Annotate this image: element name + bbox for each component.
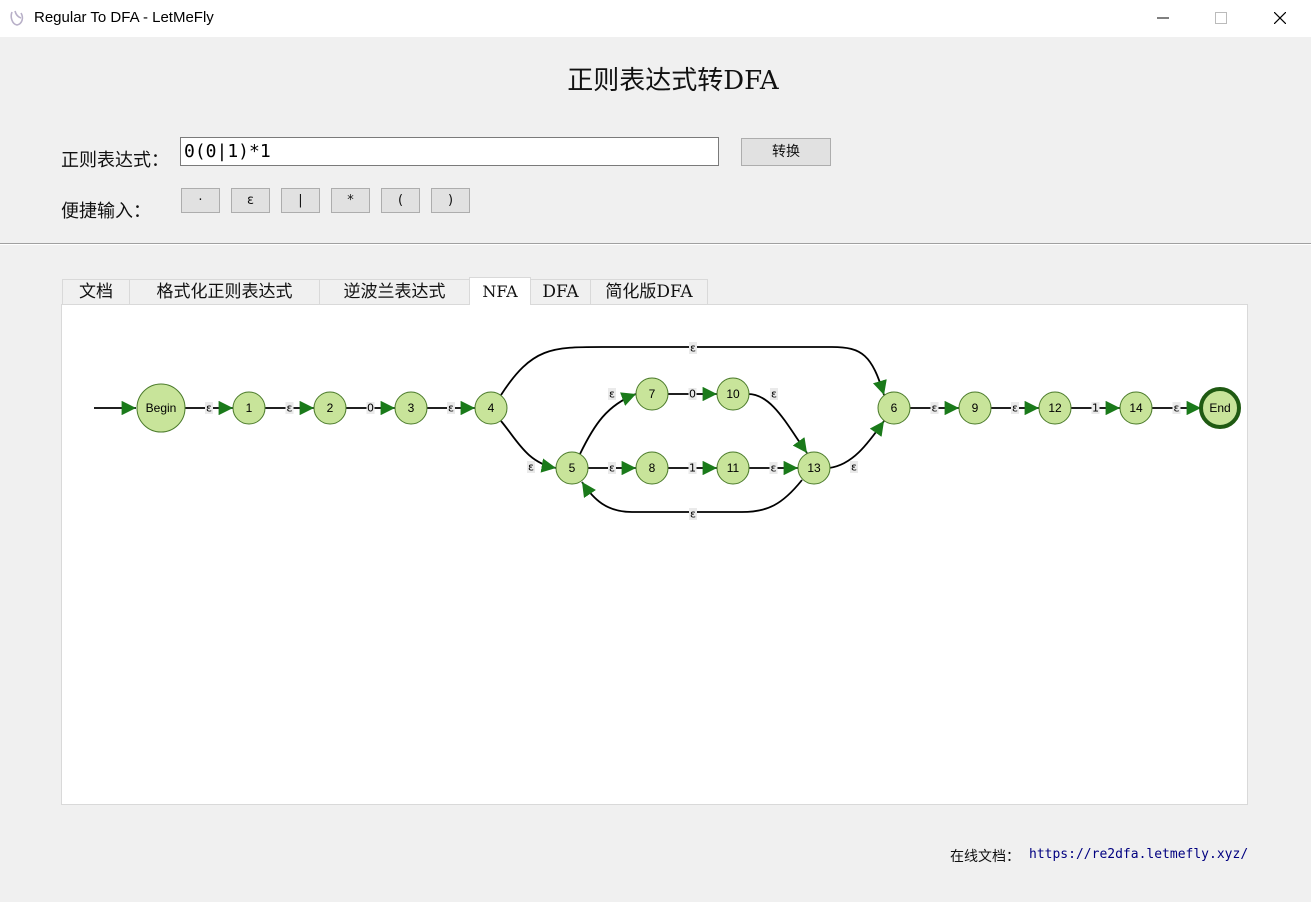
nfa-node-label: 14: [1129, 401, 1143, 415]
tab-dfa[interactable]: DFA: [530, 279, 591, 304]
nfa-node-11: 11: [716, 451, 750, 485]
section-divider-highlight: [0, 244, 1311, 245]
nfa-node-10: 10: [716, 377, 750, 411]
quick-button-or[interactable]: |: [281, 188, 320, 213]
close-icon: [1274, 12, 1286, 24]
nfa-edge-label: ε: [771, 462, 777, 475]
nfa-node-12: 12: [1038, 391, 1072, 425]
maximize-icon: [1215, 12, 1227, 24]
nfa-node-label: 4: [488, 401, 495, 415]
regex-input[interactable]: 0(0|1)*1: [180, 137, 719, 166]
nfa-edge-label: ε: [932, 402, 938, 415]
nfa-edge-label: 1: [689, 462, 696, 475]
quick-button-star[interactable]: *: [331, 188, 370, 213]
tab-nfa[interactable]: NFA: [469, 277, 531, 305]
nfa-node-label: 7: [649, 387, 656, 401]
nfa-panel: εε0εεεεε01εεεεεε1ε Begin 1 2 3 4 5 6 7 8 9 10 11 12 1…: [61, 304, 1248, 805]
nfa-node-label: 3: [408, 401, 415, 415]
quick-button-rparen[interactable]: ): [431, 188, 470, 213]
quick-input-label: 便捷输入：: [61, 201, 151, 222]
nfa-node-label: Begin: [146, 401, 177, 415]
nfa-edge-label: ε: [1174, 402, 1180, 415]
nfa-node-3: 3: [394, 391, 428, 425]
nfa-edge-label: ε: [771, 388, 777, 401]
nfa-edge-label: ε: [609, 388, 615, 401]
regex-label: 正则表达式：: [61, 150, 169, 171]
nfa-node-label: 5: [569, 461, 576, 475]
app-logo-icon: [10, 10, 24, 26]
nfa-edge-10-13: [747, 393, 808, 454]
nfa-edge-label: ε: [1012, 402, 1018, 415]
nfa-node-label: 1: [246, 401, 253, 415]
nfa-edge-label: ε: [287, 402, 293, 415]
nfa-node-label: 13: [807, 461, 821, 475]
window-title: Regular To DFA - LetMeFly: [34, 9, 214, 26]
nfa-node-2: 2: [313, 391, 347, 425]
docs-label: 在线文档：: [950, 849, 1020, 865]
nfa-node-4: 4: [474, 391, 508, 425]
nfa-node-8: 8: [635, 451, 669, 485]
tab-min-dfa[interactable]: 简化版DFA: [590, 279, 708, 304]
nfa-edge-label: ε: [690, 342, 696, 355]
nfa-edge-label: ε: [609, 462, 615, 475]
docs-link[interactable]: https://re2dfa.letmefly.xyz/: [1029, 847, 1248, 862]
nfa-node-14: 14: [1119, 391, 1153, 425]
nfa-graph: ε ε 0 εεεεε01εεεεε ε 1 ε Begin 1 2 3 4567891011121…: [94, 342, 1241, 521]
nfa-node-label: 12: [1048, 401, 1062, 415]
nfa-edge-label: ε: [206, 402, 212, 415]
nfa-node-label: 2: [327, 401, 334, 415]
nfa-node-1: 1: [232, 391, 266, 425]
close-button[interactable]: [1257, 0, 1303, 37]
convert-button[interactable]: 转换: [741, 138, 831, 166]
quick-button-epsilon[interactable]: ε: [231, 188, 270, 213]
title-bar: Regular To DFA - LetMeFly: [0, 0, 1311, 37]
nfa-edge-label: ε: [528, 461, 534, 474]
tab-formatted-regex[interactable]: 格式化正则表达式: [129, 279, 320, 304]
tab-docs[interactable]: 文档: [62, 279, 130, 304]
nfa-node-label: End: [1209, 401, 1230, 415]
nfa-edge-label: 0: [367, 402, 374, 415]
minimize-button[interactable]: [1140, 0, 1186, 37]
maximize-button[interactable]: [1198, 0, 1244, 37]
nfa-node-5: 5: [555, 451, 589, 485]
tab-rpn[interactable]: 逆波兰表达式: [319, 279, 470, 304]
minimize-icon: [1157, 17, 1169, 19]
quick-button-concat[interactable]: ·: [181, 188, 220, 213]
nfa-edge-label: ε: [690, 508, 696, 521]
nfa-edge-label: 1: [1092, 402, 1099, 415]
nfa-node-6: 6: [877, 391, 911, 425]
nfa-node-label: 9: [972, 401, 979, 415]
nfa-node-End: End: [1199, 387, 1241, 429]
nfa-edge-label: 0: [689, 388, 696, 401]
nfa-node-label: 11: [727, 461, 740, 475]
nfa-edge-5-7: [579, 392, 637, 455]
quick-button-lparen[interactable]: (: [381, 188, 420, 213]
nfa-node-9: 9: [958, 391, 992, 425]
nfa-node-label: 8: [649, 461, 656, 475]
page-title: 正则表达式转DFA: [567, 66, 779, 96]
nfa-node-label: 10: [726, 387, 740, 401]
nfa-node-13: 13: [797, 451, 831, 485]
nfa-node-Begin: Begin: [136, 383, 186, 433]
nfa-edge-label: ε: [448, 402, 454, 415]
nfa-node-7: 7: [635, 377, 669, 411]
nfa-node-label: 6: [891, 401, 898, 415]
nfa-edge-label: ε: [851, 461, 857, 474]
